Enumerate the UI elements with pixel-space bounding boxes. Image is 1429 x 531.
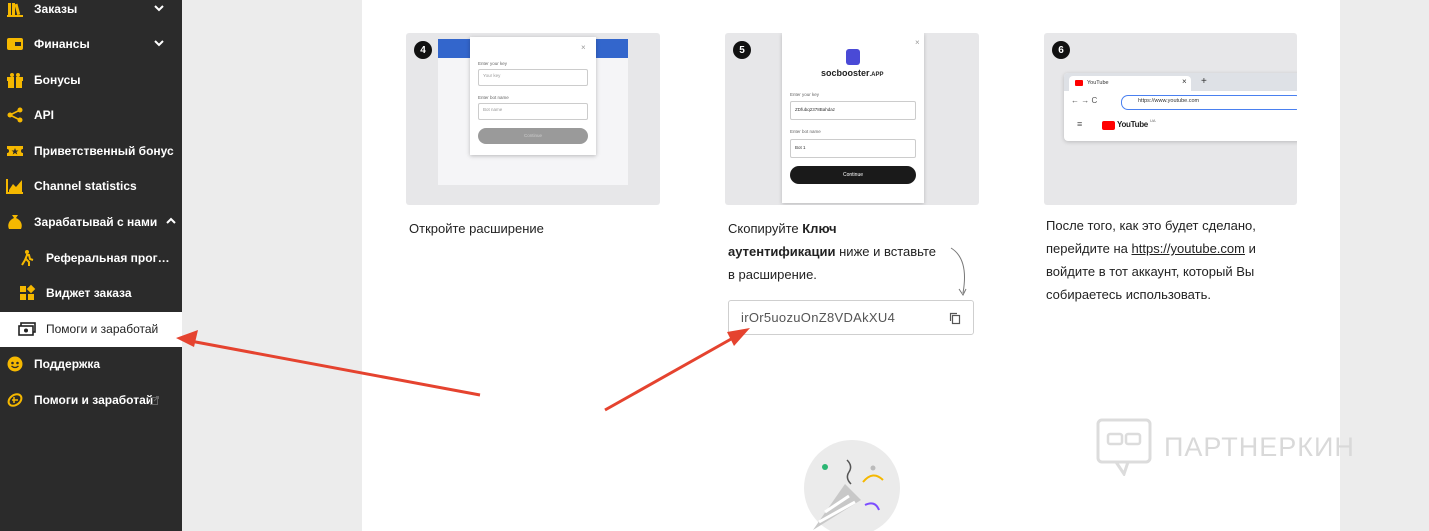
- walking-person-icon: [21, 250, 34, 266]
- socbooster-logo-icon: [846, 49, 860, 65]
- watermark: ПАРТНЕРКИН: [1096, 418, 1355, 476]
- external-link-icon: [150, 396, 159, 405]
- youtube-favicon-icon: [1075, 80, 1083, 86]
- support-face-icon: [7, 356, 23, 372]
- widget-icon: [20, 284, 36, 300]
- step-4-image: × Enter your key Your key Enter bot name…: [406, 33, 660, 205]
- sidebar-item-label: Бонусы: [34, 73, 81, 87]
- sidebar-item-orders[interactable]: Заказы: [0, 0, 182, 27]
- ticket-icon: [7, 146, 23, 156]
- sidebar-item-help-and-earn-active[interactable]: Помоги и заработай: [0, 312, 182, 347]
- coin-icon: [7, 393, 23, 407]
- sidebar-item-label: Финансы: [34, 37, 90, 51]
- auth-key-value: irOr5uozuOnZ8VDAkXU4: [741, 310, 896, 325]
- sidebar-item-support[interactable]: Поддержка: [0, 347, 182, 382]
- sidebar-item-welcome-bonus[interactable]: Приветственный бонус: [0, 134, 182, 169]
- watermark-text: ПАРТНЕРКИН: [1164, 431, 1355, 462]
- chevron-up-icon: [166, 217, 176, 224]
- auth-key-field[interactable]: irOr5uozuOnZ8VDAkXU4: [728, 300, 974, 335]
- sidebar-item-help-and-earn-external[interactable]: Помоги и заработай: [0, 383, 182, 418]
- sidebar-item-label: Channel statistics: [34, 179, 137, 193]
- step-4-text: Откройте расширение: [409, 221, 544, 236]
- share-icon: [7, 107, 23, 123]
- sidebar-item-label: Заказы: [34, 2, 78, 16]
- sidebar-item-label: Приветственный бонус: [34, 144, 174, 158]
- curved-arrow-icon: [950, 247, 967, 296]
- sidebar-item-label: Поддержка: [34, 357, 101, 371]
- step-number-badge: 5: [733, 41, 751, 59]
- sidebar-item-label: API: [34, 108, 55, 122]
- sidebar-item-earn-with-us[interactable]: Зарабатывай с нами: [0, 205, 182, 240]
- step-5-image: × socbooster.APP Enter your key ZDfubq23…: [725, 33, 979, 205]
- wallet-icon: [7, 38, 23, 50]
- sidebar-item-label: Реферальная програ...: [46, 251, 174, 265]
- step-number-badge: 4: [414, 41, 432, 59]
- books-icon: [7, 3, 23, 17]
- chevron-down-icon: [154, 40, 164, 47]
- sidebar-item-label: Помоги и заработай: [34, 393, 154, 407]
- money-bag-icon: [8, 215, 22, 229]
- step-6-text: После того, как это будет сделано, перей…: [1046, 218, 1256, 302]
- sidebar-item-label: Помоги и заработай: [46, 322, 159, 336]
- cash-icon: [18, 322, 36, 336]
- sidebar: Заказы Финансы Бонусы API Приветственный…: [0, 0, 182, 531]
- step-number-badge: 6: [1052, 41, 1070, 59]
- sidebar-item-referral-program[interactable]: Реферальная програ...: [0, 241, 182, 276]
- chevron-down-icon: [154, 5, 164, 12]
- sidebar-item-finance[interactable]: Финансы: [0, 27, 182, 62]
- sidebar-item-api[interactable]: API: [0, 98, 182, 133]
- sidebar-item-label: Зарабатывай с нами: [34, 215, 158, 229]
- chart-icon: [6, 179, 23, 194]
- copy-icon[interactable]: [949, 312, 961, 325]
- sidebar-item-bonuses[interactable]: Бонусы: [0, 63, 182, 98]
- sidebar-item-label: Виджет заказа: [46, 286, 132, 300]
- step-5-text: Скопируйте Ключ аутентификации ниже и вс…: [728, 221, 936, 282]
- gift-icon: [7, 73, 23, 88]
- youtube-link[interactable]: https://youtube.com: [1132, 241, 1245, 256]
- sidebar-item-channel-statistics[interactable]: Channel statistics: [0, 169, 182, 204]
- sidebar-item-order-widget[interactable]: Виджет заказа: [0, 276, 182, 311]
- step-6-image: YouTube × + ← → C https://www.youtube.co…: [1044, 33, 1297, 205]
- party-popper-icon: [804, 440, 900, 531]
- youtube-logo-icon: [1102, 121, 1115, 130]
- partnerkin-logo-icon: [1096, 418, 1152, 476]
